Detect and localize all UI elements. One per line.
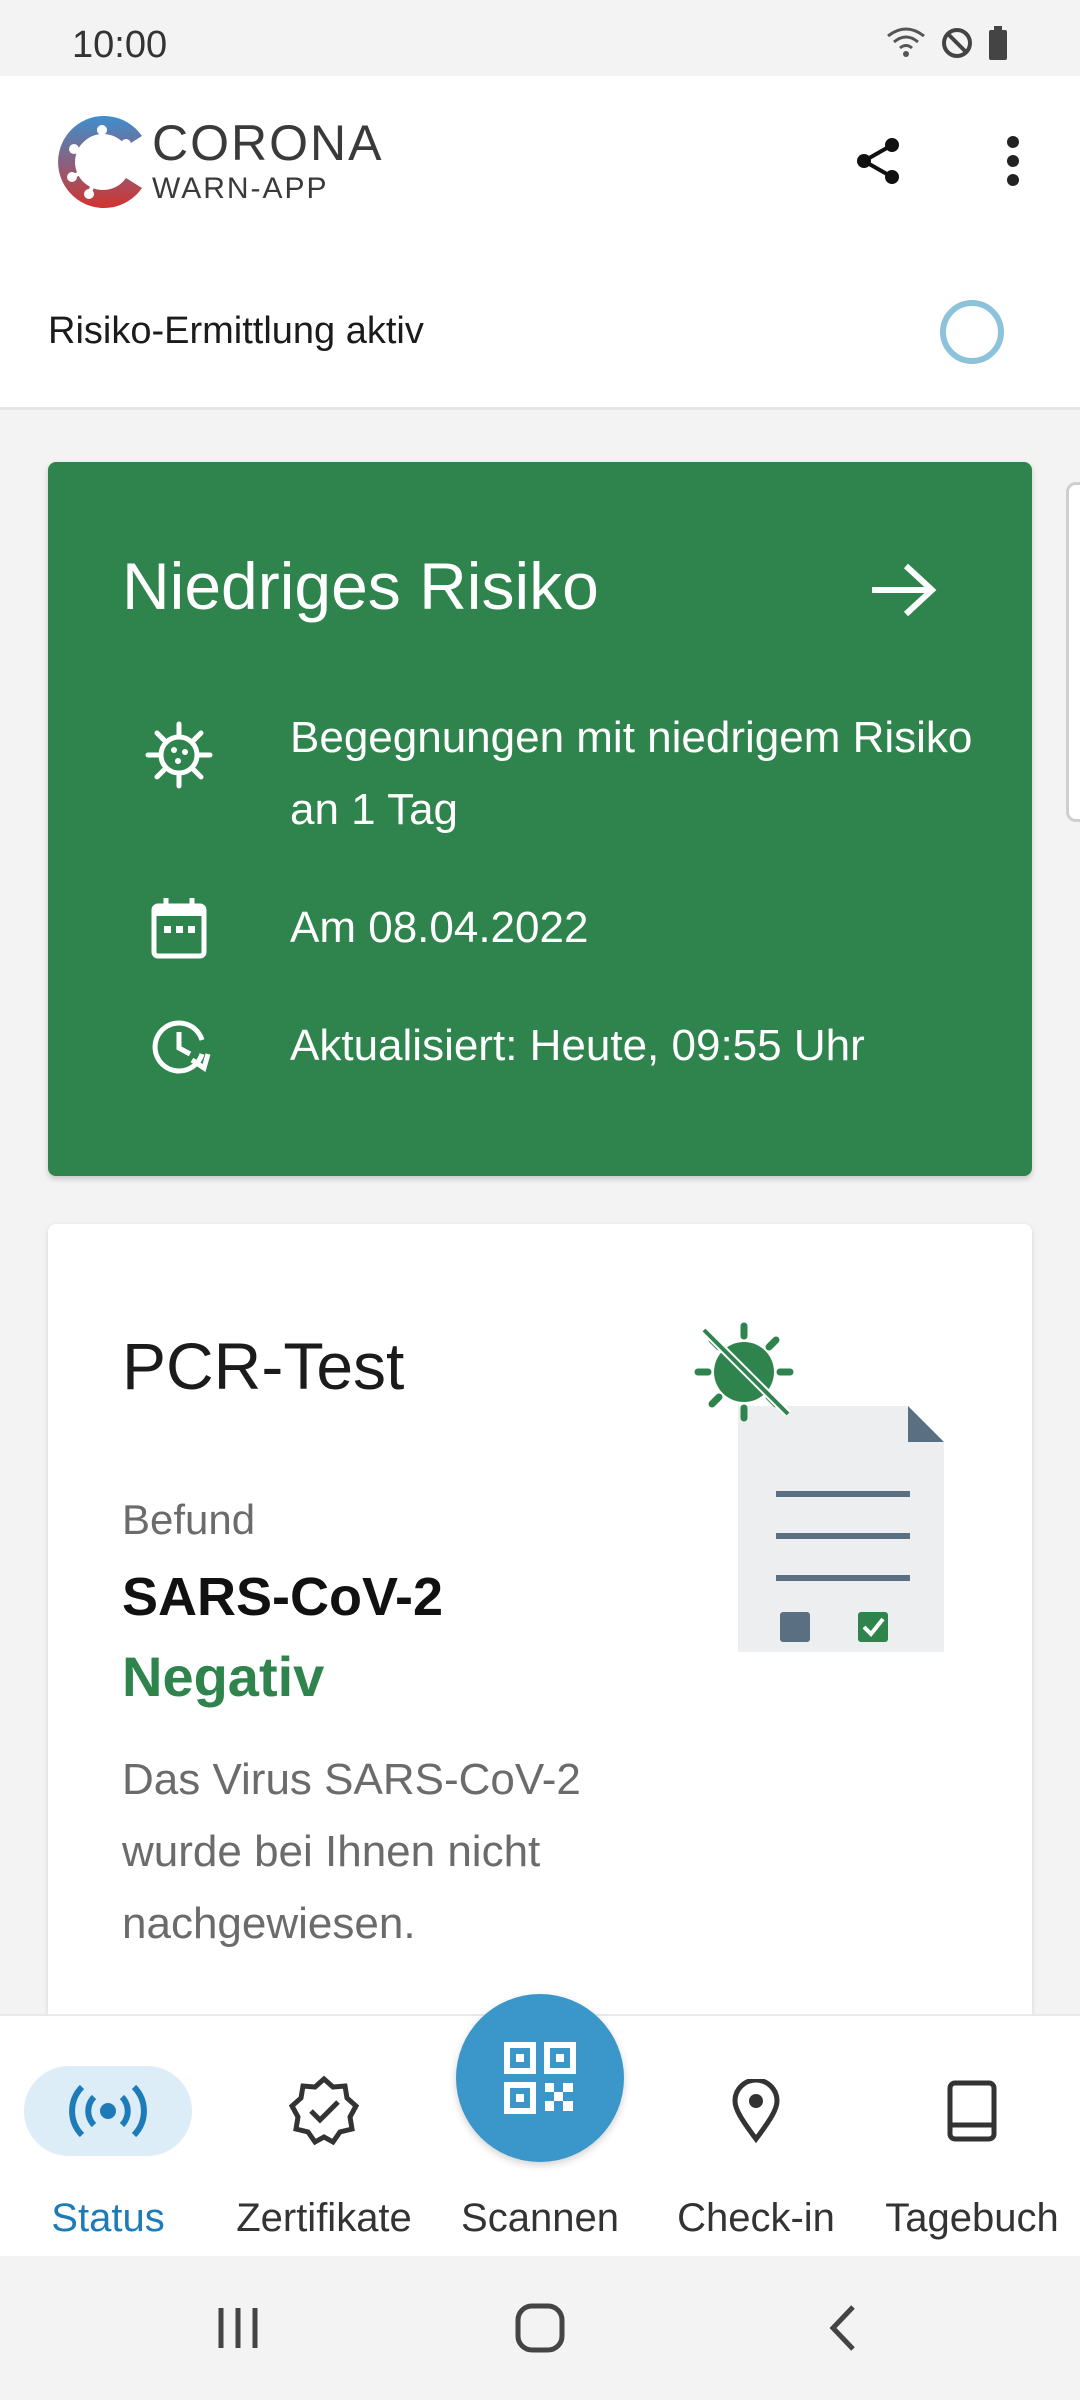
clock-refresh-icon <box>152 1020 211 1074</box>
nav-status[interactable]: Status <box>0 2016 216 2258</box>
corona-warn-app-logo <box>58 116 142 208</box>
risk-determination-label: Risiko-Ermittlung aktiv <box>48 310 424 352</box>
overflow-menu-button[interactable] <box>980 128 1046 194</box>
wifi-icon <box>887 27 925 57</box>
app-header: CORONA WARN-APP <box>0 76 1080 260</box>
status-time: 10:00 <box>72 24 168 66</box>
risk-card-updated-text: Aktualisiert: Heute, 09:55 Uhr <box>290 1021 865 1070</box>
status-bar: 10:00 <box>0 0 1080 76</box>
back-button[interactable] <box>810 2296 874 2360</box>
nav-check-in-label: Check-in <box>677 2196 835 2240</box>
nav-check-in-icon-wrap <box>706 2066 806 2156</box>
risk-card-updated-row: Aktualisiert: Heute, 09:55 Uhr <box>48 1010 1032 1082</box>
pcr-card-title: PCR-Test <box>122 1329 405 1403</box>
nav-scannen-label: Scannen <box>461 2196 619 2240</box>
qr-code-icon <box>504 2042 576 2114</box>
home-icon <box>515 2303 565 2353</box>
nav-tagebuch-icon-wrap <box>922 2066 1022 2156</box>
virus-name: SARS-CoV-2 <box>122 1567 444 1627</box>
negative-test-document-illustration <box>694 1322 944 1652</box>
pcr-test-card[interactable]: PCR-Test Befund SARS-CoV-2 Negativ Das V… <box>48 1224 1032 2024</box>
result-description: Das Virus SARS-CoV-2 wurde bei Ihnen nic… <box>122 1755 581 1948</box>
risk-card-encounters-text: Begegnungen mit niedrigem Risiko an 1 Ta… <box>290 713 973 834</box>
nav-status-icon-pill <box>24 2066 192 2156</box>
more-vert-icon <box>1007 136 1019 186</box>
system-icons <box>886 26 1008 60</box>
broadcast-icon <box>69 2084 147 2138</box>
scan-fab-button[interactable] <box>456 1994 624 2162</box>
nav-tagebuch-label: Tagebuch <box>885 2196 1059 2240</box>
recent-apps-icon <box>218 2308 258 2348</box>
befund-label: Befund <box>122 1496 256 1543</box>
arrow-right-icon <box>872 563 937 617</box>
next-card-edge[interactable] <box>1066 482 1080 822</box>
book-icon <box>947 2080 997 2142</box>
system-navigation-bar <box>0 2256 1080 2400</box>
nav-status-label: Status <box>51 2196 165 2240</box>
certificate-badge-icon <box>288 2075 360 2146</box>
risk-determination-row[interactable]: Risiko-Ermittlung aktiv <box>0 260 1080 410</box>
risk-card-date-text: Am 08.04.2022 <box>290 903 589 952</box>
nav-zertifikate-icon-wrap <box>274 2066 374 2156</box>
risk-card[interactable]: Niedriges Risiko Begegnungen mit niedrig… <box>48 462 1032 1176</box>
nav-zertifikate[interactable]: Zertifikate <box>216 2016 432 2258</box>
nav-check-in[interactable]: Check-in <box>648 2016 864 2258</box>
share-icon <box>857 138 899 184</box>
recent-apps-button[interactable] <box>206 2296 270 2360</box>
nav-zertifikate-label: Zertifikate <box>236 2196 412 2240</box>
home-button[interactable] <box>508 2296 572 2360</box>
battery-icon <box>989 26 1007 60</box>
brand-name: CORONA <box>152 115 384 171</box>
calendar-icon <box>151 898 207 959</box>
nav-tagebuch[interactable]: Tagebuch <box>864 2016 1080 2258</box>
risk-card-title: Niedriges Risiko <box>122 549 599 623</box>
location-pin-icon <box>732 2079 780 2143</box>
virus-icon <box>145 721 213 789</box>
share-button[interactable] <box>846 128 912 194</box>
test-result: Negativ <box>122 1645 325 1708</box>
back-chevron-icon <box>829 2305 855 2351</box>
progress-ring-icon <box>940 300 1004 364</box>
risk-card-encounters-row: Begegnungen mit niedrigem Risiko an 1 Ta… <box>48 702 1032 852</box>
do-not-disturb-icon <box>942 28 972 58</box>
brand-subtitle: WARN-APP <box>152 172 329 205</box>
risk-card-date-row: Am 08.04.2022 <box>48 892 1032 964</box>
